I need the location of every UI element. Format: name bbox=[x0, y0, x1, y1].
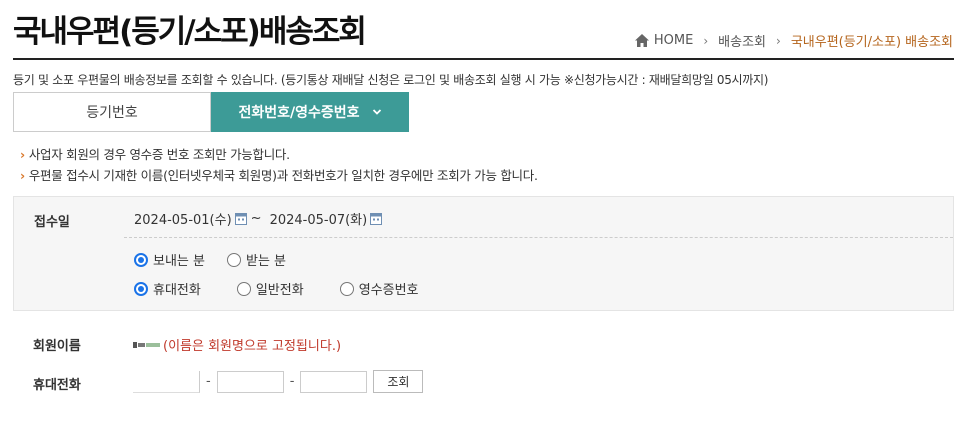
phone-input-row: - - 조회 bbox=[133, 370, 424, 393]
notice-item: › 사업자 회원의 경우 영수증 번호 조회만 가능합니다. bbox=[20, 147, 290, 162]
notice-item: › 우편물 접수시 기재한 이름(인터넷우체국 회원명)과 전화번호가 일치한 경… bbox=[20, 168, 538, 183]
masked-name bbox=[133, 341, 161, 348]
radio-indicator[interactable] bbox=[134, 252, 148, 267]
phone-separator: - bbox=[206, 374, 211, 389]
date-label: 접수일 bbox=[34, 215, 70, 230]
chevron-right-icon: › bbox=[703, 33, 709, 48]
phone-input-3[interactable] bbox=[300, 370, 368, 393]
title-divider bbox=[13, 58, 954, 60]
direction-radio-group: 보내는 분 받는 분 bbox=[134, 250, 308, 269]
radio-indicator[interactable] bbox=[339, 281, 354, 296]
tab-label: 등기번호 bbox=[86, 105, 138, 121]
phone-input-2[interactable] bbox=[216, 370, 284, 393]
radio-receipt[interactable]: 영수증번호 bbox=[339, 279, 419, 298]
radio-indicator[interactable] bbox=[134, 281, 148, 296]
phone-input-1[interactable] bbox=[133, 370, 200, 393]
search-condition-box: 접수일 2024-05-01(수) ~ 2024-05-07(화) 보내는 분 … bbox=[13, 196, 954, 311]
search-button[interactable]: 조회 bbox=[373, 370, 424, 393]
breadcrumb-current: 국내우편(등기/소포) 배송조회 bbox=[790, 35, 953, 50]
chevron-down-icon bbox=[372, 109, 381, 115]
tab-registered-number[interactable]: 등기번호 bbox=[13, 92, 211, 132]
chevron-right-icon: › bbox=[776, 33, 781, 48]
bullet-icon: › bbox=[20, 147, 25, 162]
phone-separator: - bbox=[289, 374, 295, 389]
date-from[interactable]: 2024-05-01(수) bbox=[134, 209, 232, 228]
calendar-icon[interactable] bbox=[234, 212, 247, 225]
page-title: 국내우편(등기/소포)배송조회 bbox=[13, 14, 367, 50]
member-name-value: (이름은 회원명으로 고정됩니다.) bbox=[133, 335, 341, 354]
date-separator: ~ bbox=[250, 211, 262, 226]
member-form: 회원이름 (이름은 회원명으로 고정됩니다.) 휴대전화 - - 조회 bbox=[13, 325, 954, 405]
search-tabs: 등기번호 전화번호/영수증번호 bbox=[13, 92, 409, 132]
radio-mobile[interactable]: 휴대전화 bbox=[134, 279, 201, 298]
breadcrumb-home[interactable]: HOME bbox=[654, 33, 693, 48]
date-to[interactable]: 2024-05-07(화) bbox=[270, 209, 368, 228]
breadcrumb-level1[interactable]: 배송조회 bbox=[718, 31, 766, 50]
mobile-phone-label: 휴대전화 bbox=[33, 378, 81, 393]
home-icon[interactable] bbox=[634, 34, 649, 47]
tab-label: 전화번호/영수증번호 bbox=[238, 105, 360, 121]
dashed-divider bbox=[124, 237, 953, 238]
radio-receiver[interactable]: 받는 분 bbox=[226, 250, 286, 269]
date-range: 2024-05-01(수) ~ 2024-05-07(화) bbox=[134, 209, 386, 228]
breadcrumb: HOME › 배송조회 › 국내우편(등기/소포) 배송조회 bbox=[634, 31, 953, 50]
radio-landline[interactable]: 일반전화 bbox=[236, 279, 304, 298]
member-name-note: (이름은 회원명으로 고정됩니다.) bbox=[163, 339, 342, 354]
member-name-label: 회원이름 bbox=[33, 339, 81, 354]
bullet-icon: › bbox=[20, 168, 25, 183]
notice-list: › 사업자 회원의 경우 영수증 번호 조회만 가능합니다. › 우편물 접수시 기… bbox=[20, 144, 538, 186]
radio-indicator[interactable] bbox=[226, 252, 241, 267]
phone-type-radio-group: 휴대전화 일반전화 영수증번호 bbox=[134, 279, 441, 298]
radio-indicator[interactable] bbox=[236, 281, 251, 296]
radio-sender[interactable]: 보내는 분 bbox=[134, 250, 205, 269]
page-description: 등기 및 소포 우편물의 배송정보를 조회할 수 있습니다. (등기통상 재배달… bbox=[13, 73, 769, 87]
tab-phone-receipt[interactable]: 전화번호/영수증번호 bbox=[211, 92, 409, 132]
calendar-icon[interactable] bbox=[370, 212, 383, 225]
